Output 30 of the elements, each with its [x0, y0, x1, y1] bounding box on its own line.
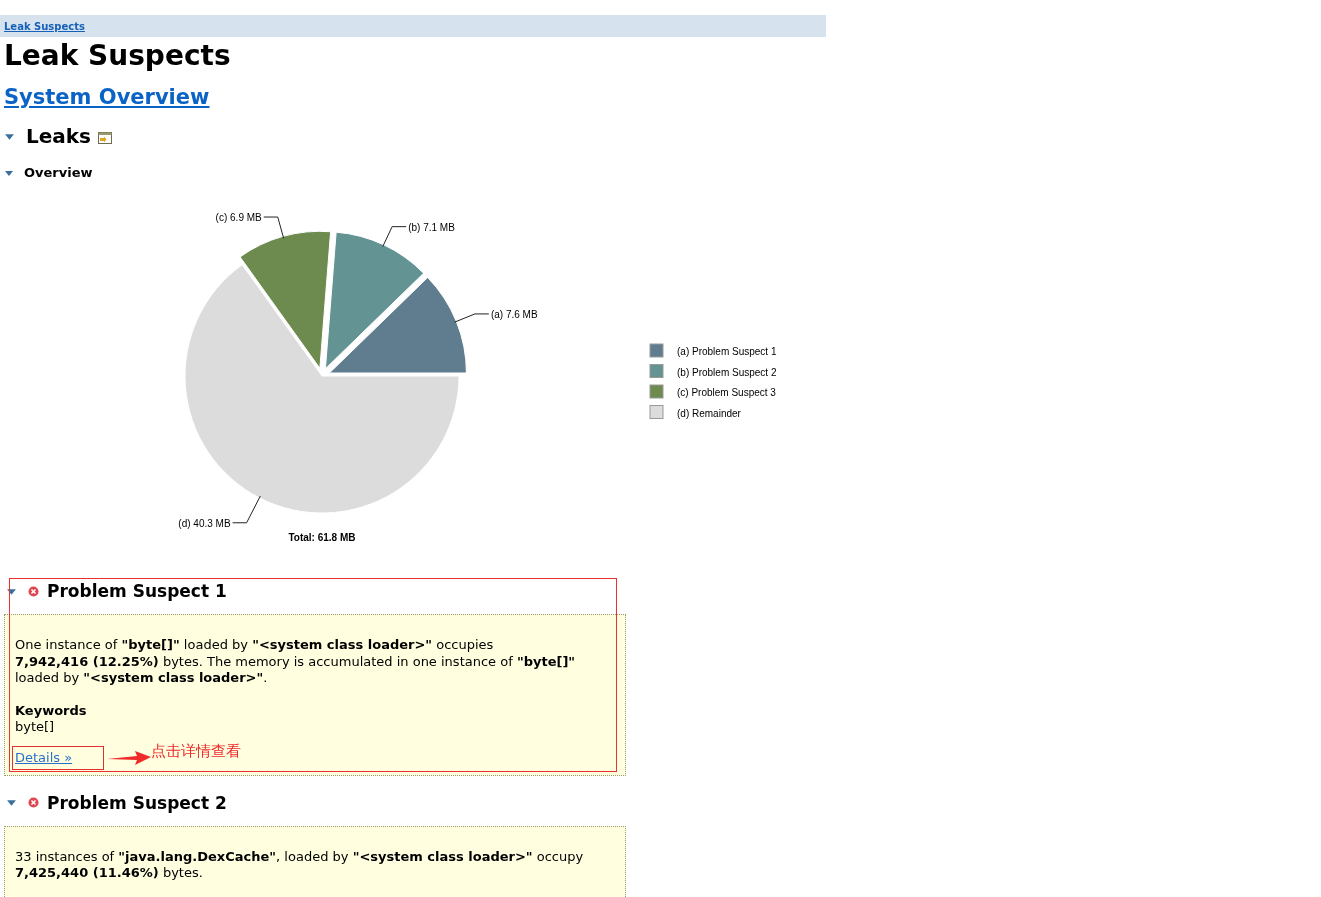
- keywords-value: byte[]: [15, 718, 56, 735]
- suspect-heading: Problem Suspect 1: [47, 581, 227, 601]
- suspect-heading: Problem Suspect 2: [47, 792, 227, 813]
- error-icon: [28, 797, 39, 808]
- section-heading: Leaks: [26, 124, 91, 148]
- slice-label: (b) 7.1 MB: [408, 221, 455, 233]
- page-title: Leak Suspects: [4, 39, 232, 73]
- keywords-label: Keywords: [15, 702, 88, 719]
- legend-label: (b) Problem Suspect 2: [677, 366, 777, 378]
- report-icon[interactable]: [98, 132, 112, 144]
- chart-total: Total: 61.8 MB: [288, 532, 356, 543]
- slice-label: (d) 40.3 MB: [178, 517, 231, 529]
- legend-label: (d) Remainder: [677, 407, 741, 419]
- leader-line: [454, 313, 490, 323]
- suspect-description: 33 instances of "java.lang.DexCache", loaded by "<system class loader>" occupy 7,425,440 (11.46%) bytes.: [15, 848, 585, 882]
- details-link[interactable]: Details »: [15, 750, 73, 765]
- toggle-icon[interactable]: [6, 797, 17, 808]
- breadcrumb-link[interactable]: Leak Suspects: [4, 20, 85, 32]
- leader-line: [263, 216, 285, 239]
- subsection-heading: Overview: [24, 165, 93, 180]
- leader-line: [232, 495, 261, 524]
- slice-label: (a) 7.6 MB: [490, 308, 538, 320]
- slice-label: (c) 6.9 MB: [215, 212, 262, 224]
- annotation-text: 点击详情查看: [151, 742, 242, 761]
- leader-line: [382, 226, 407, 248]
- legend-label: (a) Problem Suspect 1: [677, 346, 777, 357]
- legend-label: (c) Problem Suspect 3: [677, 387, 776, 398]
- error-icon: [28, 585, 39, 597]
- suspect-description: One instance of "byte[]" loaded by "<system class loader>" occupies 7,942,416 (12.25%) bytes. The memory is accumulated in one instance of "byte[]" loaded by "<system class loader>".: [15, 637, 577, 687]
- system-overview-link[interactable]: System Overview: [4, 85, 210, 109]
